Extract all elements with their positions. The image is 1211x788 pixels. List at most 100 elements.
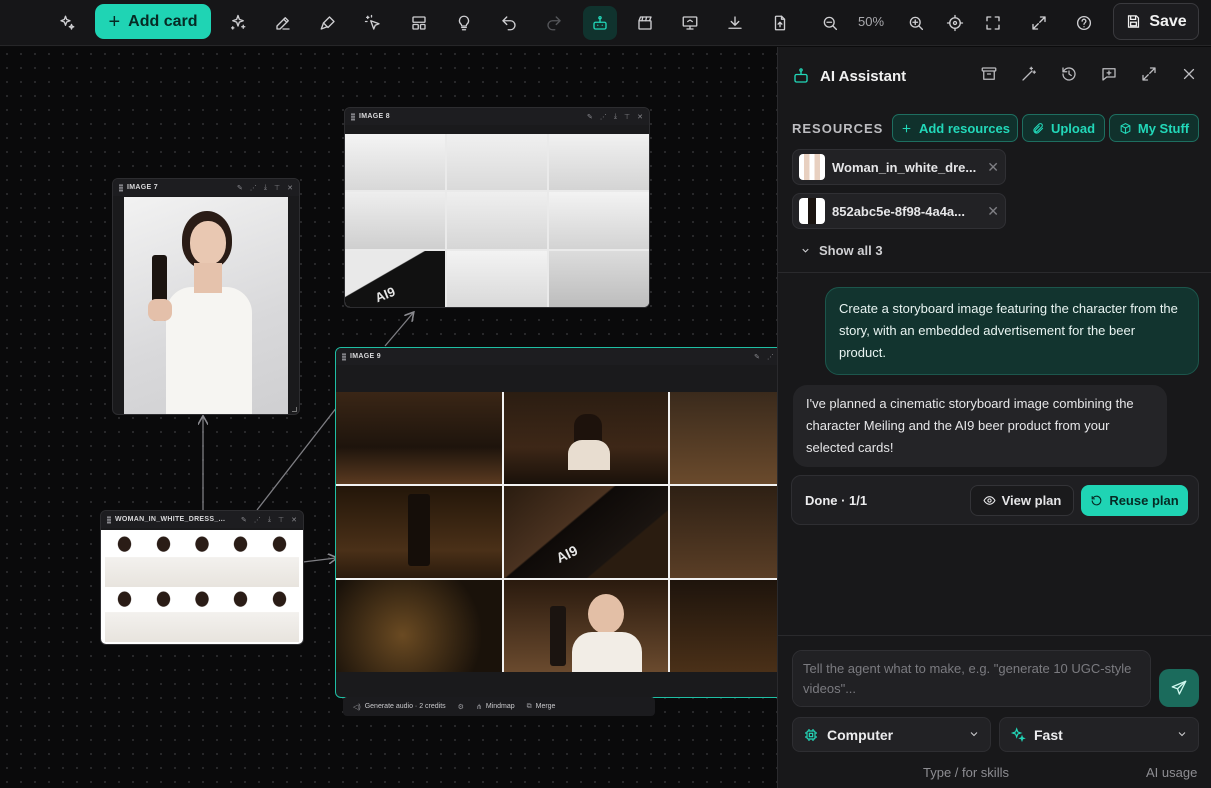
download-icon[interactable]: ⤓	[264, 184, 267, 192]
mode-select[interactable]: Computer	[792, 717, 991, 752]
edit-icon[interactable]: ✎	[587, 113, 593, 121]
share-icon[interactable]: ⋰	[767, 353, 774, 361]
export-file-icon[interactable]	[763, 6, 797, 40]
box-icon	[1120, 122, 1131, 134]
assistant-message: I've planned a cinematic storyboard imag…	[793, 385, 1167, 467]
cursor-sparkle-icon[interactable]	[356, 6, 390, 40]
download-icon[interactable]: ⤓	[268, 516, 271, 524]
card-image-7[interactable]: IMAGE 7 ✎ ⋰ ⤓ ⊤ ✕	[112, 178, 300, 415]
card-woman-in-white-dress[interactable]: WOMAN_IN_WHITE_DRESS_... ✎ ⋰ ⤓ ⊤ ✕	[100, 510, 304, 645]
plus-icon	[902, 124, 911, 132]
add-card-button[interactable]: + Add card	[95, 4, 211, 39]
top-toolbar: + Add card 50% Save	[0, 0, 1211, 46]
mindmap-button[interactable]: ⋔ Mindmap	[476, 703, 515, 711]
pin-icon[interactable]: ⊤	[274, 184, 280, 192]
close-icon[interactable]: ✕	[291, 516, 297, 524]
resource-chip[interactable]: 852abc5e-8f98-4a4a... ✕	[792, 193, 1006, 229]
canvas[interactable]: IMAGE 7 ✎ ⋰ ⤓ ⊤ ✕ IMAGE 8 ✎ ⋰ ⤓ ⊤ ✕ AI9 …	[0, 47, 777, 788]
magic-sparkle-icon[interactable]	[221, 6, 255, 40]
send-button[interactable]	[1159, 669, 1199, 707]
pin-icon[interactable]: ⊤	[624, 113, 630, 121]
edit-icon[interactable]: ✎	[241, 516, 247, 524]
pin-icon[interactable]: ⊤	[278, 516, 284, 524]
save-button[interactable]: Save	[1113, 3, 1199, 40]
sparkles-icon[interactable]	[50, 6, 84, 40]
layout-icon[interactable]	[402, 6, 436, 40]
redo-icon[interactable]	[537, 6, 571, 40]
upload-button[interactable]: Upload	[1022, 114, 1105, 142]
prompt-input[interactable]	[792, 650, 1151, 707]
card-image-9[interactable]: IMAGE 9 ✎ ⋰ AI9	[335, 347, 777, 698]
fit-screen-icon[interactable]	[976, 6, 1010, 40]
chevron-down-icon	[1176, 727, 1188, 743]
new-chat-icon[interactable]	[1100, 65, 1118, 88]
card-title: IMAGE 9	[350, 353, 381, 360]
card-header[interactable]: IMAGE 9 ✎ ⋰	[336, 348, 777, 365]
pose-7	[143, 587, 183, 642]
hand-shape	[148, 299, 172, 321]
zoom-out-icon[interactable]	[813, 6, 847, 40]
zoom-in-icon[interactable]	[899, 6, 933, 40]
ai-assistant-toggle-icon[interactable]	[583, 6, 617, 40]
frame-woman-holding-bottle	[504, 580, 668, 672]
magic-wand-icon[interactable]	[1020, 65, 1038, 88]
view-plan-button[interactable]: View plan	[970, 485, 1074, 516]
show-all-resources-button[interactable]: Show all 3	[800, 243, 883, 258]
card-image-8[interactable]: IMAGE 8 ✎ ⋰ ⤓ ⊤ ✕ AI9	[344, 107, 650, 308]
close-icon[interactable]: ✕	[287, 184, 293, 192]
undo-icon[interactable]	[492, 6, 526, 40]
speed-select[interactable]: Fast	[999, 717, 1199, 752]
remove-resource-icon[interactable]: ✕	[987, 203, 999, 220]
frame-9	[549, 250, 649, 307]
reuse-plan-button[interactable]: Reuse plan	[1081, 485, 1188, 516]
expand-icon[interactable]	[1022, 6, 1056, 40]
pose-9	[221, 587, 261, 642]
edit-icon[interactable]	[266, 6, 300, 40]
card-header[interactable]: IMAGE 8 ✎ ⋰ ⤓ ⊤ ✕	[345, 108, 649, 125]
share-icon[interactable]: ⋰	[600, 113, 607, 121]
help-icon[interactable]	[1067, 6, 1101, 40]
resource-chip[interactable]: Woman_in_white_dre... ✕	[792, 149, 1006, 185]
add-resources-button[interactable]: Add resources	[892, 114, 1018, 142]
my-stuff-button[interactable]: My Stuff	[1109, 114, 1199, 142]
edit-icon[interactable]: ✎	[754, 353, 760, 361]
share-icon[interactable]: ⋰	[250, 184, 257, 192]
ai-usage-link[interactable]: AI usage	[1146, 765, 1197, 780]
show-all-label: Show all 3	[819, 243, 883, 258]
generate-audio-label: Generate audio · 2 credits	[364, 703, 446, 710]
card-header[interactable]: IMAGE 7 ✎ ⋰ ⤓ ⊤ ✕	[113, 179, 299, 196]
frame-8	[447, 250, 547, 307]
drag-handle-icon[interactable]	[342, 352, 346, 361]
drag-handle-icon[interactable]	[107, 515, 111, 524]
close-icon[interactable]: ✕	[637, 113, 643, 121]
frame-bar-interior	[336, 392, 502, 484]
audio-icon: ◁)	[353, 703, 361, 711]
remove-resource-icon[interactable]: ✕	[987, 159, 999, 176]
pose-2	[143, 532, 183, 587]
lightbulb-icon[interactable]	[447, 6, 481, 40]
bottle-label: AI9	[553, 542, 581, 566]
image-8-preview: AI9	[345, 134, 649, 307]
crosshair-icon[interactable]	[938, 6, 972, 40]
mindmap-icon: ⋔	[475, 703, 482, 711]
resize-handle[interactable]	[292, 407, 297, 412]
drag-handle-icon[interactable]	[351, 112, 355, 121]
merge-button[interactable]: ⧉ Merge	[527, 703, 556, 711]
download-icon[interactable]	[718, 6, 752, 40]
settings-icon[interactable]: ⚙	[458, 703, 464, 711]
expand-icon[interactable]	[1140, 65, 1158, 88]
edit-icon[interactable]: ✎	[237, 184, 243, 192]
brush-icon[interactable]	[311, 6, 345, 40]
archive-icon[interactable]	[980, 65, 998, 88]
history-icon[interactable]	[1060, 65, 1078, 88]
share-icon[interactable]: ⋰	[254, 516, 261, 524]
generate-audio-button[interactable]: ◁) Generate audio · 2 credits	[353, 703, 446, 711]
drag-handle-icon[interactable]	[119, 183, 123, 192]
clapperboard-icon[interactable]	[628, 6, 662, 40]
frame-7-bottle-closeup: AI9	[345, 250, 445, 307]
presentation-icon[interactable]	[673, 6, 707, 40]
download-icon[interactable]: ⤓	[614, 113, 617, 121]
card-header[interactable]: WOMAN_IN_WHITE_DRESS_... ✎ ⋰ ⤓ ⊤ ✕	[101, 511, 303, 528]
close-icon[interactable]	[1180, 65, 1198, 88]
card-tools: ✎ ⋰ ⤓ ⊤ ✕	[587, 113, 643, 121]
